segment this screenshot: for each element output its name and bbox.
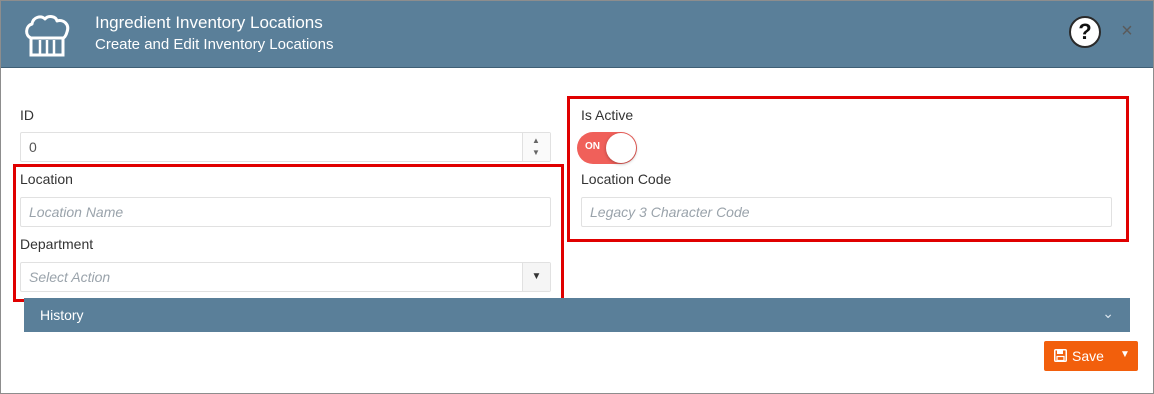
id-label: ID — [20, 107, 34, 123]
dialog-subtitle: Create and Edit Inventory Locations — [95, 36, 334, 53]
chef-hat-icon — [25, 15, 70, 57]
caret-down-icon[interactable]: ▼ — [1120, 349, 1130, 360]
stepper-down-icon[interactable]: ▼ — [532, 149, 540, 157]
history-section-toggle[interactable]: History ⌄ — [24, 298, 1130, 332]
inventory-locations-dialog: Ingredient Inventory Locations Create an… — [0, 0, 1154, 394]
toggle-knob — [606, 133, 636, 163]
is-active-label: Is Active — [581, 107, 634, 123]
id-stepper[interactable]: ▲ ▼ — [522, 133, 550, 161]
location-code-field[interactable]: Legacy 3 Character Code — [581, 197, 1112, 227]
floppy-disk-icon — [1054, 349, 1067, 362]
save-label: Save — [1072, 348, 1104, 364]
stepper-up-icon[interactable]: ▲ — [532, 137, 540, 145]
history-label: History — [40, 307, 84, 323]
is-active-toggle[interactable]: ON — [577, 132, 637, 164]
close-icon[interactable]: × — [1119, 20, 1135, 42]
help-button[interactable]: ? — [1069, 16, 1101, 48]
dialog-title: Ingredient Inventory Locations — [95, 13, 323, 32]
chevron-down-icon[interactable]: ▼ — [522, 263, 550, 291]
id-field[interactable]: 0 ▲ ▼ — [20, 132, 551, 162]
department-label: Department — [20, 236, 94, 252]
location-name-field[interactable]: Location Name — [20, 197, 551, 227]
department-select[interactable]: Select Action ▼ — [20, 262, 551, 292]
location-code-label: Location Code — [581, 171, 672, 187]
id-value: 0 — [29, 139, 37, 155]
location-label: Location — [20, 171, 73, 187]
department-select-value: Select Action — [29, 269, 111, 285]
toggle-state-label: ON — [585, 141, 600, 152]
chevron-down-icon: ⌄ — [1102, 305, 1114, 321]
save-button[interactable]: Save ▼ — [1044, 341, 1138, 371]
dialog-header: Ingredient Inventory Locations Create an… — [1, 1, 1153, 68]
